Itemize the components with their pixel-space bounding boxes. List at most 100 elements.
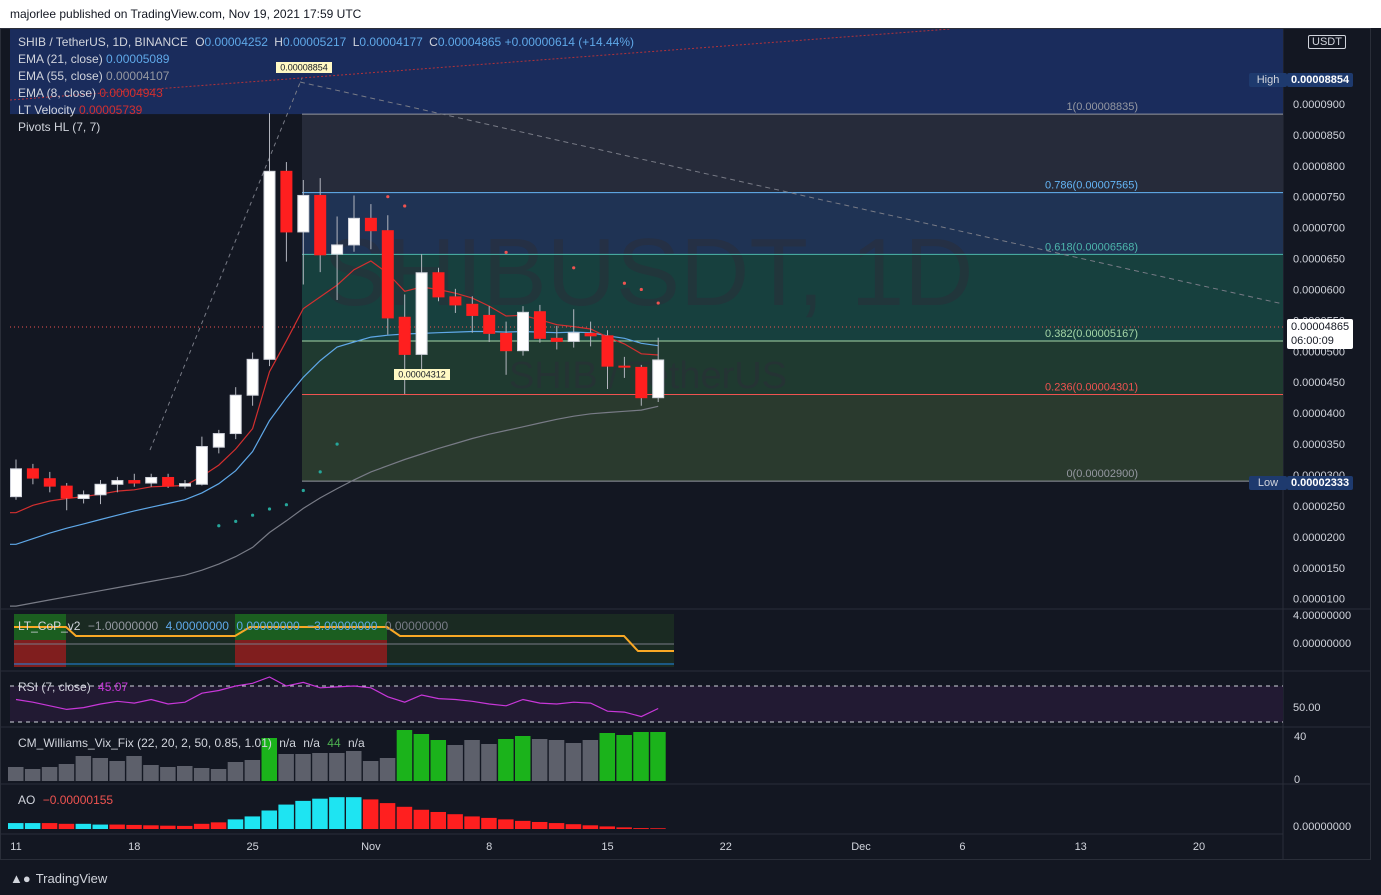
wvf-bar (430, 740, 446, 781)
price-tick-label: 0.0000100 (1293, 594, 1345, 606)
wvf-bar (650, 732, 666, 781)
time-tick-label: 20 (1193, 841, 1205, 853)
high-tag: High (1249, 73, 1287, 87)
ao-bar (109, 824, 125, 829)
wvf-bar (362, 761, 379, 781)
ao-legend[interactable]: AO −0.00000155 (18, 793, 113, 807)
wvf-value-1: n/a (279, 736, 296, 750)
wvf-bar (126, 756, 142, 781)
ltcop-legend[interactable]: LT_CoP_v2 −1.00000000 4.00000000 0.00000… (18, 619, 448, 633)
ltcop-tick-1: 4.00000000 (1293, 610, 1352, 622)
candle-body (364, 217, 377, 232)
wvf-bar (227, 762, 244, 781)
ao-bar (531, 821, 548, 829)
low-value: 0.00004177 (359, 35, 423, 49)
currency-button[interactable]: USDT (1308, 35, 1346, 49)
ao-bar (548, 823, 565, 829)
candle-body (449, 296, 462, 306)
wvf-bar (92, 758, 108, 781)
ao-bar (210, 822, 227, 829)
price-tick-label: 0.0000450 (1293, 377, 1345, 389)
ao-bar (464, 816, 480, 829)
symbol-legend[interactable]: SHIB / TetherUS, 1D, BINANCE O0.00004252… (18, 35, 634, 49)
candle-body (466, 303, 479, 316)
wvf-bar (396, 730, 413, 781)
wvf-bar (447, 745, 463, 781)
time-tick-label: 8 (486, 841, 492, 853)
ltcop-label: LT_CoP_v2 (18, 619, 81, 633)
velocity-dot (386, 195, 390, 199)
candle-body (246, 358, 259, 396)
time-tick-label: 6 (959, 841, 965, 853)
ltcop-value-3: 0.00000000 (236, 619, 300, 633)
ao-bar (379, 803, 396, 829)
rsi-legend[interactable]: RSI (7, close) 45.07 (18, 680, 128, 694)
ltcop-value-5: 0.00000000 (384, 619, 449, 633)
price-tick-label: 0.0000650 (1293, 254, 1345, 266)
study-ema21[interactable]: EMA (21, close) 0.00005089 (18, 52, 169, 66)
ao-bar (8, 823, 24, 829)
study-ema55[interactable]: EMA (55, close) 0.00004107 (18, 69, 169, 83)
candle-body (179, 483, 191, 487)
wvf-bar (312, 753, 328, 781)
ao-bar (396, 806, 413, 829)
rsi-label: RSI (7, close) (18, 680, 91, 694)
price-tick-label: 0.0000750 (1293, 192, 1345, 204)
low-value-tag: 0.00002333 (1287, 476, 1354, 490)
candle-body (10, 468, 22, 498)
velocity-dot (267, 507, 272, 511)
chart-svg[interactable]: SHIBUSDT, 1D SHIB / TetherUS 1(0.0000883… (0, 0, 1381, 895)
wvf-bar (481, 744, 497, 781)
wvf-bar (244, 760, 261, 781)
study-value: 0.00004943 (99, 86, 163, 100)
candle-body (618, 365, 631, 368)
price-tick-label: 0.0000900 (1293, 99, 1345, 111)
candle-body (567, 332, 580, 342)
ao-bar (362, 799, 379, 829)
brand-text: TradingView (35, 871, 108, 886)
time-axis[interactable]: 11 18 25 Nov 8 15 22 Dec 6 13 20 (10, 841, 1205, 853)
wvf-bar (599, 733, 615, 781)
ao-bar (24, 823, 41, 829)
wvf-legend[interactable]: CM_Williams_Vix_Fix (22, 20, 2, 50, 0.85… (18, 736, 365, 750)
ao-bar (599, 826, 615, 829)
price-tick-label: 0.0000350 (1293, 439, 1345, 451)
rsi-tick: 50.00 (1293, 702, 1321, 714)
velocity-dot (504, 250, 508, 254)
close-label: C (429, 35, 438, 49)
candle-body (43, 478, 56, 487)
price-axis[interactable]: 0.0000900 0.0000850 0.0000800 0.0000750 0.00… (1293, 99, 1345, 606)
candle-body (145, 476, 158, 484)
ao-bar (244, 816, 261, 829)
ao-bar (75, 823, 92, 829)
price-tick-label: 0.0000600 (1293, 284, 1345, 296)
candle-body (280, 170, 293, 233)
price-tick-label: 0.0000700 (1293, 223, 1345, 235)
study-ema8[interactable]: EMA (8, close) 0.00004943 (18, 86, 163, 100)
wvf-bar (295, 754, 311, 781)
candle-body (635, 366, 648, 399)
study-lt-velocity[interactable]: LT Velocity 0.00005739 (18, 103, 142, 117)
study-value: 0.00005089 (106, 52, 170, 66)
wvf-bar (498, 739, 514, 781)
last-price-value: 0.00004865 (1291, 321, 1350, 333)
candle-body (517, 311, 529, 352)
time-tick-label: 22 (720, 841, 732, 853)
wvf-tick-2: 0 (1294, 774, 1301, 786)
ao-bar (261, 810, 277, 829)
zigzag-line (149, 77, 303, 451)
wvf-value-3: 44 (327, 736, 341, 750)
candle-body (314, 194, 327, 256)
candle-body (500, 332, 513, 352)
fib-level-label: 0.618(0.00006568) (1045, 241, 1138, 253)
wvf-bar (515, 736, 531, 781)
wvf-bar (531, 739, 548, 781)
study-pivots[interactable]: Pivots HL (7, 7) (18, 120, 100, 134)
tradingview-brand[interactable]: ▲● TradingView (10, 871, 107, 886)
rsi-value: 45.07 (98, 680, 129, 694)
ao-bar (633, 828, 649, 829)
footer-bar: ▲● TradingView (0, 864, 1381, 895)
wvf-bar (193, 768, 210, 781)
candle-body (584, 332, 597, 337)
study-label: EMA (21, close) (18, 52, 103, 66)
